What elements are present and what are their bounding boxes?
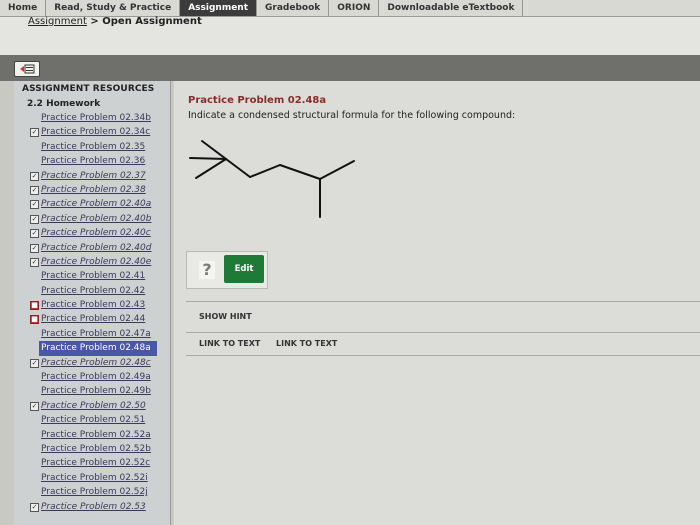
problem-label: Practice Problem 02.36 (41, 156, 146, 167)
problem-label: Practice Problem 02.52b (41, 443, 151, 454)
problem-label: Practice Problem 02.49b (41, 386, 151, 397)
checked-status-icon: ✓ (30, 358, 39, 368)
problem-label: Practice Problem 02.34b (41, 113, 151, 123)
problem-list-item[interactable]: ✓ Practice Problem 02.50 (14, 399, 170, 413)
problem-label: Practice Problem 02.41 (41, 271, 146, 282)
checked-status-icon: ✓ (30, 171, 39, 181)
problem-label: Practice Problem 02.44 (41, 314, 146, 325)
problem-list-item[interactable]: ✓ Practice Problem 02.48c (14, 356, 170, 370)
problem-list-item[interactable]: Practice Problem 02.49a (14, 370, 170, 384)
checked-status-icon: ✓ (30, 229, 39, 239)
problem-label: Practice Problem 02.49a (41, 372, 151, 383)
problem-list-item[interactable]: ✓ Practice Problem 02.37 (14, 169, 170, 183)
tab-read-study-practice[interactable]: Read, Study & Practice (46, 0, 181, 16)
problem-list-item[interactable]: Practice Problem 02.41 (14, 269, 170, 283)
checked-status-icon: ✓ (30, 185, 39, 195)
collapse-sidebar-button[interactable] (14, 61, 40, 77)
problem-label: Practice Problem 02.50 (41, 400, 146, 411)
toolbar (0, 55, 700, 81)
assignment-resources-sidebar: ASSIGNMENT RESOURCES 2.2 Homework Practi… (14, 81, 171, 525)
problem-label: Practice Problem 02.43 (41, 300, 146, 311)
top-nav: Home Read, Study & Practice Assignment G… (0, 0, 700, 17)
show-hint-button[interactable]: SHOW HINT (199, 312, 252, 321)
checked-status-icon: ✓ (30, 257, 39, 267)
problem-list-item[interactable]: Practice Problem 02.52c (14, 456, 170, 470)
problem-label: Practice Problem 02.52j (41, 487, 148, 498)
hint-section: SHOW HINT (186, 301, 700, 333)
problem-list-item[interactable]: Practice Problem 02.36 (14, 154, 170, 168)
problem-label: Practice Problem 02.40b (41, 213, 152, 224)
problem-list-item[interactable]: Practice Problem 02.52j (14, 485, 170, 499)
checked-status-icon: ✓ (30, 243, 39, 253)
problem-list-item[interactable]: Practice Problem 02.34b (14, 111, 170, 125)
problem-label: Practice Problem 02.48a (41, 343, 151, 354)
problem-label: Practice Problem 02.40d (41, 242, 152, 253)
problem-list-item[interactable]: Practice Problem 02.48a (39, 341, 157, 356)
incorrect-status-icon: ■ (30, 315, 39, 325)
problem-label: Practice Problem 02.52i (41, 472, 148, 483)
breadcrumb-separator: > (90, 16, 99, 27)
problem-list-item[interactable]: ✓ Practice Problem 02.40e (14, 255, 170, 269)
question-text: Indicate a condensed structural formula … (188, 110, 516, 121)
problem-list-item[interactable]: ✓ Practice Problem 02.34c (14, 125, 170, 139)
problem-label: Practice Problem 02.40e (41, 256, 152, 267)
problem-label: Practice Problem 02.48c (41, 357, 151, 368)
breadcrumb-current: Open Assignment (102, 16, 202, 27)
problem-list-item[interactable]: Practice Problem 02.52b (14, 442, 170, 456)
problem-list-item[interactable]: ✓ Practice Problem 02.53 (14, 500, 170, 514)
problem-label: Practice Problem 02.42 (41, 285, 146, 296)
checked-status-icon: ✓ (30, 200, 39, 210)
link-to-text-button[interactable]: LINK TO TEXT (199, 339, 260, 348)
problem-list-item[interactable]: Practice Problem 02.35 (14, 140, 170, 154)
breadcrumb: Assignment > Open Assignment (28, 16, 202, 27)
skeletal-structure-image (189, 140, 355, 218)
problem-list-item[interactable]: ✓ Practice Problem 02.40c (14, 226, 170, 240)
problem-list: Practice Problem 02.34b ✓ Practice Problem… (14, 111, 170, 514)
incorrect-status-icon: ■ (30, 301, 39, 311)
problem-list-item[interactable]: Practice Problem 02.52i (14, 471, 170, 485)
problem-list-item[interactable]: ✓ Practice Problem 02.38 (14, 183, 170, 197)
resources-title: ASSIGNMENT RESOURCES (22, 84, 155, 94)
links-section: LINK TO TEXT LINK TO TEXT (186, 333, 700, 356)
problem-list-item[interactable]: ✓ Practice Problem 02.40b (14, 212, 170, 226)
problem-label: Practice Problem 02.51 (41, 415, 146, 426)
problem-list-item[interactable]: ✓ Practice Problem 02.40a (14, 197, 170, 211)
problem-list-item[interactable]: Practice Problem 02.52a (14, 428, 170, 442)
problem-label: Practice Problem 02.47a (41, 328, 151, 339)
problem-list-item[interactable]: Practice Problem 02.49b (14, 384, 170, 398)
problem-list-item[interactable]: ■ Practice Problem 02.44 (14, 312, 170, 326)
checked-status-icon: ✓ (30, 502, 39, 512)
tab-assignment[interactable]: Assignment (180, 0, 258, 16)
link-to-text-button-2[interactable]: LINK TO TEXT (276, 339, 337, 348)
problem-label: Practice Problem 02.38 (41, 184, 146, 195)
checked-status-icon: ✓ (30, 214, 39, 224)
problem-label: Practice Problem 02.35 (41, 141, 146, 152)
tab-downloadable-etextbook[interactable]: Downloadable eTextbook (379, 0, 524, 16)
question-title: Practice Problem 02.48a (188, 95, 327, 106)
collapse-panel-icon (20, 64, 35, 74)
problem-label: Practice Problem 02.40a (41, 199, 152, 210)
answer-area: ? Edit (186, 251, 268, 289)
problem-list-item[interactable]: Practice Problem 02.42 (14, 284, 170, 298)
checked-status-icon: ✓ (30, 128, 39, 138)
homework-section-title: 2.2 Homework (27, 99, 101, 109)
problem-list-item[interactable]: ■ Practice Problem 02.43 (14, 298, 170, 312)
problem-label: Practice Problem 02.52c (41, 458, 151, 469)
tab-orion[interactable]: ORION (329, 0, 380, 16)
problem-label: Practice Problem 02.53 (41, 501, 146, 512)
breadcrumb-assignment-link[interactable]: Assignment (28, 16, 87, 27)
problem-label: Practice Problem 02.52a (41, 429, 151, 440)
tab-home[interactable]: Home (0, 0, 47, 16)
problem-label: Practice Problem 02.40c (41, 228, 151, 239)
problem-list-item[interactable]: Practice Problem 02.51 (14, 413, 170, 427)
main-content: Practice Problem 02.48a Indicate a conde… (174, 81, 700, 525)
checked-status-icon: ✓ (30, 401, 39, 411)
problem-label: Practice Problem 02.34c (41, 127, 151, 138)
problem-list-item[interactable]: ✓ Practice Problem 02.40d (14, 241, 170, 255)
question-mark-icon: ? (199, 261, 215, 279)
edit-button[interactable]: Edit (224, 255, 264, 283)
tab-gradebook[interactable]: Gradebook (257, 0, 330, 16)
problem-list-item[interactable]: Practice Problem 02.47a (14, 327, 170, 341)
problem-label: Practice Problem 02.37 (41, 170, 146, 181)
